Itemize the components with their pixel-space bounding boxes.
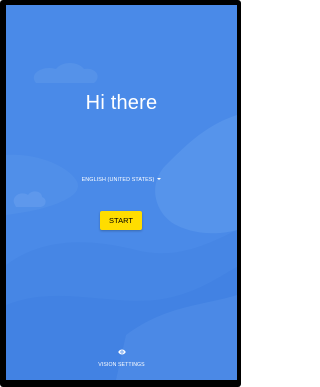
caret-down-icon — [157, 177, 162, 180]
start-button[interactable]: START — [100, 211, 142, 230]
vision-settings-button[interactable]: VISION SETTINGS — [6, 349, 237, 368]
background-clouds — [6, 63, 237, 380]
greeting-title: Hi there — [85, 92, 158, 114]
language-selector[interactable]: ENGLISH (UNITED STATES) — [6, 177, 237, 183]
welcome-screen: Hi there ENGLISH (UNITED STATES) START V… — [6, 5, 237, 380]
device-frame: Hi there ENGLISH (UNITED STATES) START V… — [0, 0, 241, 387]
eye-icon — [117, 349, 126, 355]
vision-settings-label: VISION SETTINGS — [98, 362, 145, 368]
language-selector-label: ENGLISH (UNITED STATES) — [81, 177, 155, 183]
